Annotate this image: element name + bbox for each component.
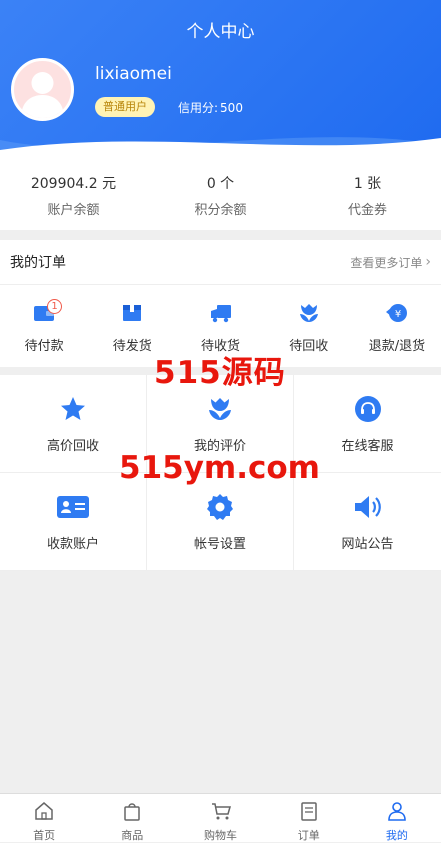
tulip-icon	[299, 304, 318, 322]
id-card-icon	[57, 496, 89, 518]
header-wave	[0, 137, 441, 158]
page-title: 个人中心	[186, 22, 255, 42]
stat-value: 209904.2 元	[30, 176, 117, 192]
stat-value: 0 个	[206, 176, 235, 192]
pending-count-badge: 1	[47, 299, 62, 314]
user-icon	[388, 802, 406, 821]
package-icon	[123, 305, 142, 321]
service-site-announcements[interactable]: 网站公告	[294, 473, 441, 571]
stat-label: 积分余额	[194, 203, 247, 218]
stat-balance[interactable]: 209904.2 元 账户余额	[0, 158, 147, 230]
tab-label: 首页	[33, 829, 56, 842]
order-item-label: 待付款	[24, 339, 64, 354]
bag-icon	[124, 803, 141, 821]
refund-icon: ¥	[385, 304, 407, 322]
username: lixiaomei	[95, 64, 172, 84]
avatar[interactable]	[11, 58, 74, 121]
credit-label: 信用分:	[178, 101, 219, 115]
profile-header: 个人中心 lixiaomei 普通用户 信用分: 500	[0, 0, 441, 158]
tab-cart[interactable]: 购物车	[176, 794, 264, 842]
view-more-orders-link[interactable]: 查看更多订单 ›	[350, 254, 431, 271]
svg-text:¥: ¥	[395, 309, 401, 320]
tulip-icon	[209, 398, 231, 420]
service-label: 网站公告	[341, 537, 394, 552]
credit-score: 信用分: 500	[176, 99, 243, 116]
home-icon	[35, 802, 53, 820]
tab-label: 订单	[297, 829, 320, 842]
user-level-badge: 普通用户	[95, 97, 155, 117]
avatar-person-icon	[21, 72, 64, 118]
stat-vouchers[interactable]: 1 张 代金券	[294, 158, 441, 230]
star-icon	[61, 397, 85, 420]
bottom-tab-bar: 首页 商品 购物车 订单 我的	[0, 793, 441, 842]
view-more-label: 查看更多订单	[350, 255, 423, 270]
watermark-text: 515源码	[154, 355, 286, 391]
service-account-settings[interactable]: 帐号设置	[147, 473, 294, 571]
chevron-right-icon: ›	[425, 254, 431, 270]
stat-label: 代金券	[347, 203, 387, 218]
orders-title: 我的订单	[10, 255, 66, 271]
order-item-label: 退款/退货	[368, 339, 426, 354]
account-stats: 209904.2 元 账户余额 0 个 积分余额 1 张 代金券	[0, 158, 441, 230]
service-label: 收款账户	[46, 537, 99, 552]
orders-header: 我的订单 查看更多订单 ›	[0, 240, 441, 285]
truck-icon	[210, 305, 231, 323]
stat-label: 账户余额	[47, 203, 100, 218]
tab-products[interactable]: 商品	[88, 794, 176, 842]
cart-icon	[211, 803, 231, 820]
service-label: 帐号设置	[193, 537, 246, 552]
order-refund[interactable]: ¥ 退款/退货	[353, 285, 441, 365]
order-pending-payment[interactable]: 1 待付款	[0, 285, 88, 365]
tab-label: 购物车	[204, 829, 237, 842]
stat-value: 1 张	[353, 176, 382, 192]
tab-label: 我的	[385, 829, 408, 842]
credit-value: 500	[220, 101, 243, 115]
speaker-icon	[354, 496, 381, 518]
tab-mine[interactable]: 我的	[353, 794, 441, 842]
headset-icon	[354, 396, 381, 422]
watermark-url: 515ym.com	[119, 450, 320, 486]
service-payment-account[interactable]: 收款账户	[0, 473, 147, 571]
gear-icon	[207, 494, 233, 520]
stat-points[interactable]: 0 个 积分余额	[147, 158, 294, 230]
tab-home[interactable]: 首页	[0, 794, 88, 842]
order-icon	[300, 802, 317, 821]
tab-orders[interactable]: 订单	[265, 794, 353, 842]
tab-label: 商品	[121, 829, 144, 842]
